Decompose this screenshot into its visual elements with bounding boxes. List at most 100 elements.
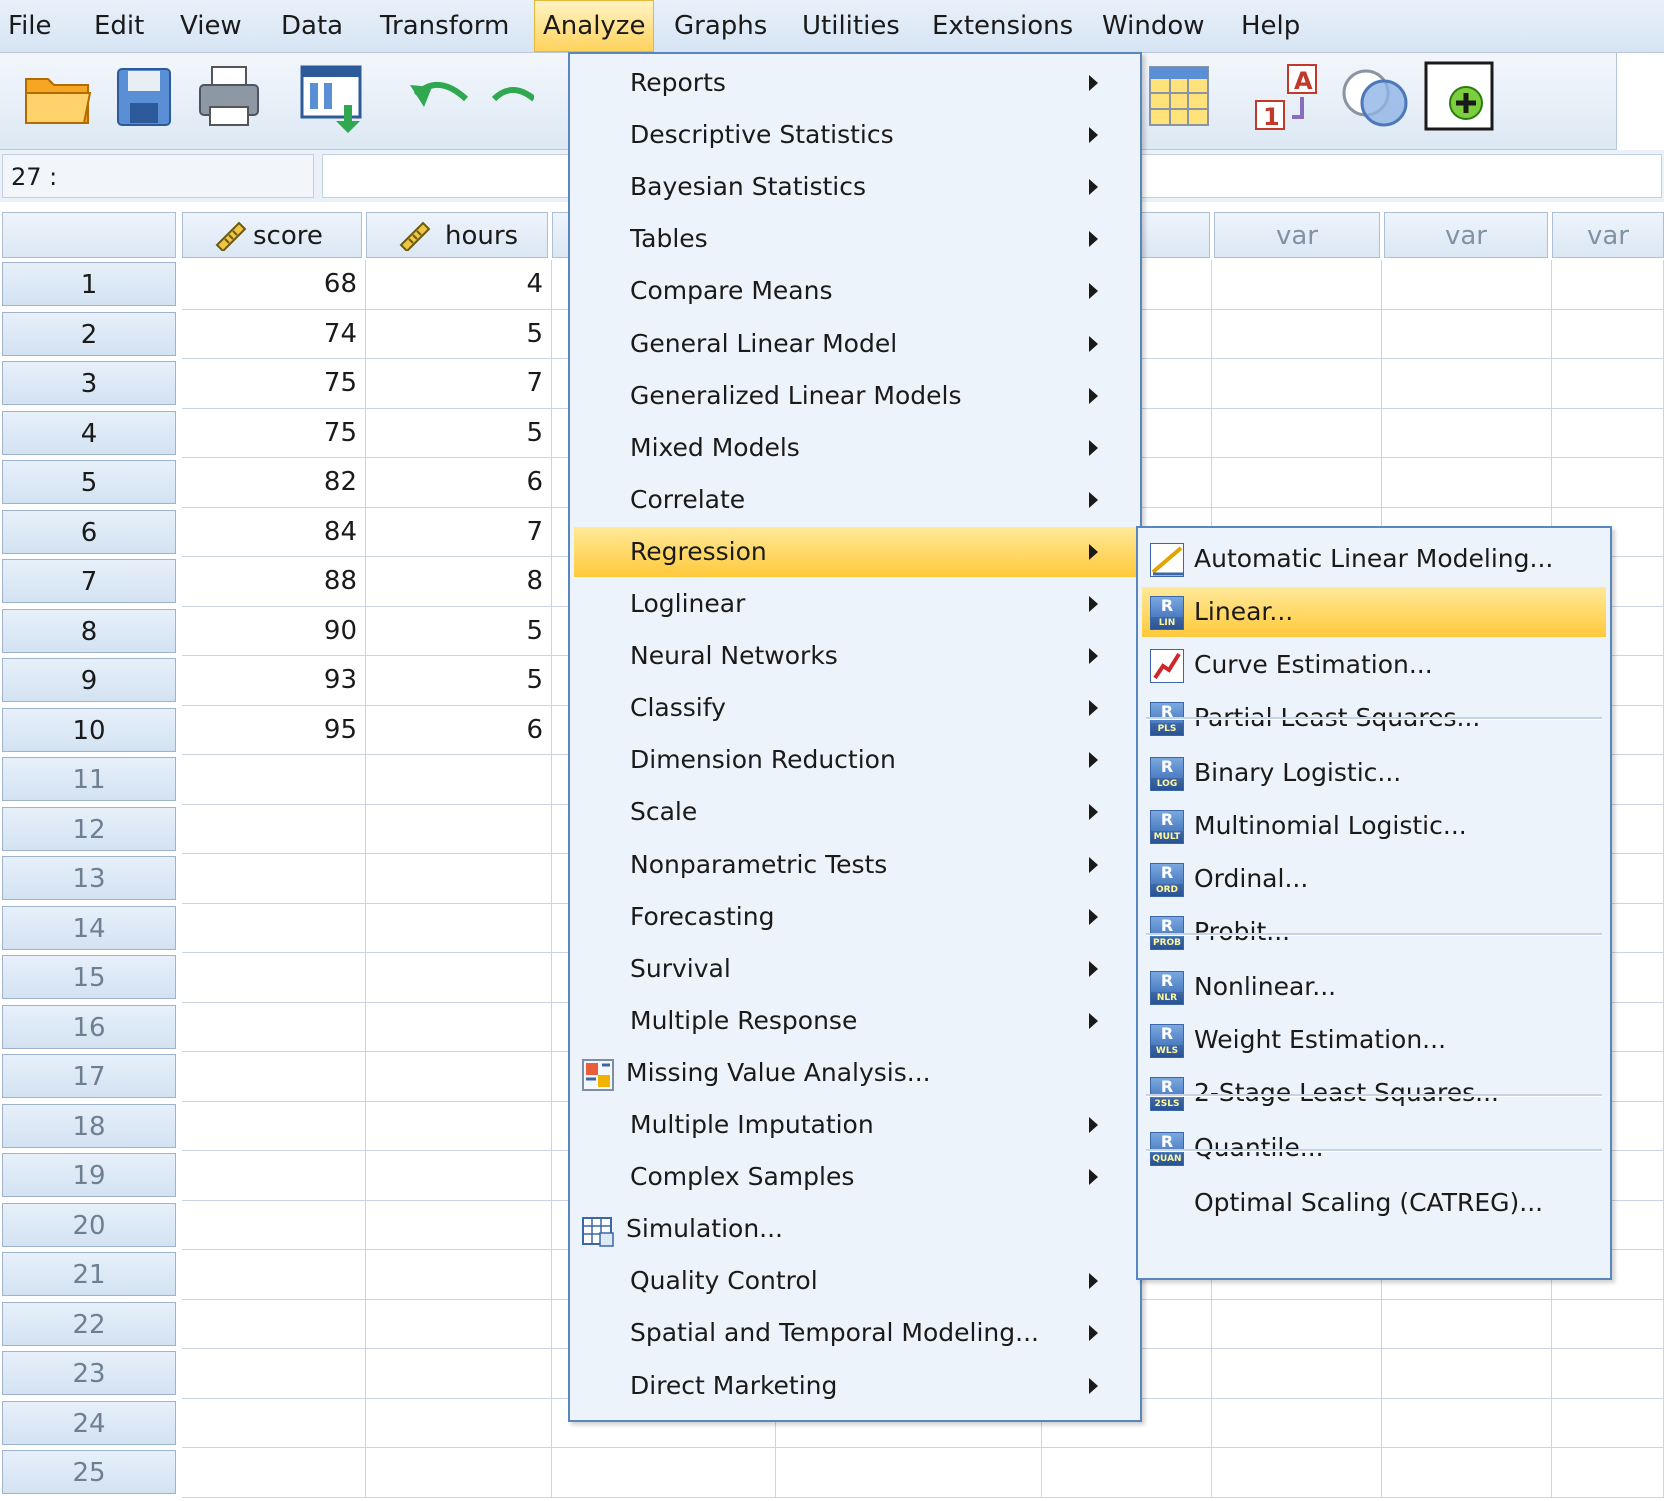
row-number[interactable]: 19 xyxy=(2,1153,176,1197)
empty-cell[interactable] xyxy=(1212,1398,1382,1448)
cell-score[interactable] xyxy=(182,854,366,904)
empty-cell[interactable] xyxy=(1212,1299,1382,1349)
cell-hours[interactable]: 5 xyxy=(366,408,552,458)
menu-utilities[interactable]: Utilities xyxy=(794,0,908,52)
cell-score[interactable] xyxy=(182,1200,366,1250)
cell-score[interactable] xyxy=(182,1250,366,1300)
menu-view[interactable]: View xyxy=(172,0,250,52)
menu-item-complex-samples[interactable]: Complex Samples xyxy=(574,1152,1136,1202)
select-cases-icon[interactable] xyxy=(1148,63,1212,131)
row-number[interactable]: 15 xyxy=(2,955,176,999)
cell-hours[interactable] xyxy=(366,1299,552,1349)
cell-score[interactable]: 95 xyxy=(182,705,366,755)
cell-hours[interactable]: 6 xyxy=(366,458,552,508)
cell-score[interactable]: 68 xyxy=(182,260,366,310)
cell-score[interactable] xyxy=(182,755,366,805)
cell-hours[interactable] xyxy=(366,804,552,854)
submenu-item-binary-logistic[interactable]: R LOG Binary Logistic... xyxy=(1142,748,1606,798)
menu-item-generalized-linear-models[interactable]: Generalized Linear Models xyxy=(574,371,1136,421)
cell-score[interactable]: 90 xyxy=(182,606,366,656)
row-number[interactable]: 11 xyxy=(2,757,176,801)
empty-cell[interactable] xyxy=(1552,458,1664,508)
submenu-item-optimal-scaling-catreg[interactable]: Optimal Scaling (CATREG)... xyxy=(1142,1178,1606,1228)
print-icon[interactable] xyxy=(196,63,262,131)
cell-score[interactable] xyxy=(182,903,366,953)
menu-item-descriptive-statistics[interactable]: Descriptive Statistics xyxy=(574,110,1136,160)
cell-score[interactable] xyxy=(182,1448,366,1498)
empty-cell[interactable] xyxy=(1042,1448,1212,1498)
row-number[interactable]: 25 xyxy=(2,1450,176,1494)
empty-cell[interactable] xyxy=(1212,260,1382,310)
menu-file[interactable]: File xyxy=(0,0,60,52)
submenu-item-curve-estimation[interactable]: Curve Estimation... xyxy=(1142,640,1606,690)
column-header-var[interactable]: var xyxy=(1384,212,1548,258)
row-number[interactable]: 21 xyxy=(2,1252,176,1296)
row-number[interactable]: 9 xyxy=(2,658,176,702)
column-header-hours[interactable]: hours xyxy=(366,212,548,258)
column-header-var[interactable]: var xyxy=(1552,212,1664,258)
row-number[interactable]: 16 xyxy=(2,1004,176,1049)
menu-item-tables[interactable]: Tables xyxy=(574,214,1136,264)
empty-cell[interactable] xyxy=(1552,309,1664,359)
empty-cell[interactable] xyxy=(1382,309,1552,359)
submenu-item-ordinal[interactable]: R ORD Ordinal... xyxy=(1142,854,1606,904)
cell-hours[interactable]: 6 xyxy=(366,705,552,755)
cell-hours[interactable]: 7 xyxy=(366,507,552,557)
menu-item-spatial-and-temporal-modeling[interactable]: Spatial and Temporal Modeling... xyxy=(574,1308,1136,1358)
row-number[interactable]: 5 xyxy=(2,460,176,504)
menu-item-neural-networks[interactable]: Neural Networks xyxy=(574,631,1136,681)
row-number[interactable]: 10 xyxy=(2,707,176,752)
empty-cell[interactable] xyxy=(1382,359,1552,409)
menu-item-regression[interactable]: Regression xyxy=(574,526,1136,577)
dialog-recall-icon[interactable] xyxy=(298,61,368,133)
menu-item-forecasting[interactable]: Forecasting xyxy=(574,892,1136,942)
cell-score[interactable]: 74 xyxy=(182,309,366,359)
column-header-score[interactable]: score xyxy=(182,212,362,258)
empty-cell[interactable] xyxy=(1552,359,1664,409)
row-number[interactable]: 22 xyxy=(2,1301,176,1346)
row-number[interactable]: 7 xyxy=(2,559,176,603)
cell-hours[interactable] xyxy=(366,1052,552,1102)
row-number[interactable]: 24 xyxy=(2,1400,176,1445)
cell-hours[interactable] xyxy=(366,1200,552,1250)
empty-cell[interactable] xyxy=(1382,260,1552,310)
menu-item-quality-control[interactable]: Quality Control xyxy=(574,1256,1136,1306)
menu-item-reports[interactable]: Reports xyxy=(574,58,1136,108)
empty-cell[interactable] xyxy=(1382,1349,1552,1399)
cell-score[interactable] xyxy=(182,1151,366,1201)
cell-hours[interactable] xyxy=(366,1002,552,1052)
cell-score[interactable]: 88 xyxy=(182,557,366,607)
cell-hours[interactable] xyxy=(366,1101,552,1151)
menu-item-general-linear-model[interactable]: General Linear Model xyxy=(574,319,1136,369)
cell-hours[interactable] xyxy=(366,755,552,805)
empty-cell[interactable] xyxy=(1212,309,1382,359)
redo-icon[interactable] xyxy=(490,77,534,117)
cell-hours[interactable]: 5 xyxy=(366,656,552,706)
cell-score[interactable] xyxy=(182,1101,366,1151)
cell-score[interactable] xyxy=(182,1398,366,1448)
cell-score[interactable] xyxy=(182,953,366,1003)
row-number[interactable]: 18 xyxy=(2,1103,176,1148)
cell-score[interactable]: 93 xyxy=(182,656,366,706)
cell-score[interactable]: 84 xyxy=(182,507,366,557)
cell-hours[interactable]: 4 xyxy=(366,260,552,310)
menu-item-multiple-imputation[interactable]: Multiple Imputation xyxy=(574,1100,1136,1150)
row-number[interactable]: 6 xyxy=(2,509,176,554)
menu-edit[interactable]: Edit xyxy=(86,0,152,52)
row-number[interactable]: 3 xyxy=(2,361,176,405)
menu-item-scale[interactable]: Scale xyxy=(574,787,1136,837)
row-number[interactable]: 23 xyxy=(2,1351,176,1395)
open-folder-icon[interactable] xyxy=(22,65,94,129)
submenu-item-linear[interactable]: R LIN Linear... xyxy=(1142,587,1606,637)
row-number[interactable]: 14 xyxy=(2,905,176,950)
menu-item-compare-means[interactable]: Compare Means xyxy=(574,266,1136,316)
submenu-item-weight-estimation[interactable]: R WLS Weight Estimation... xyxy=(1142,1015,1606,1065)
menu-extensions[interactable]: Extensions xyxy=(924,0,1081,52)
cell-hours[interactable] xyxy=(366,854,552,904)
cell-score[interactable]: 75 xyxy=(182,359,366,409)
submenu-item-nonlinear[interactable]: R NLR Nonlinear... xyxy=(1142,962,1606,1012)
menu-item-survival[interactable]: Survival xyxy=(574,944,1136,994)
cell-hours[interactable] xyxy=(366,1349,552,1399)
empty-cell[interactable] xyxy=(1552,1448,1664,1498)
menu-window[interactable]: Window xyxy=(1094,0,1213,52)
